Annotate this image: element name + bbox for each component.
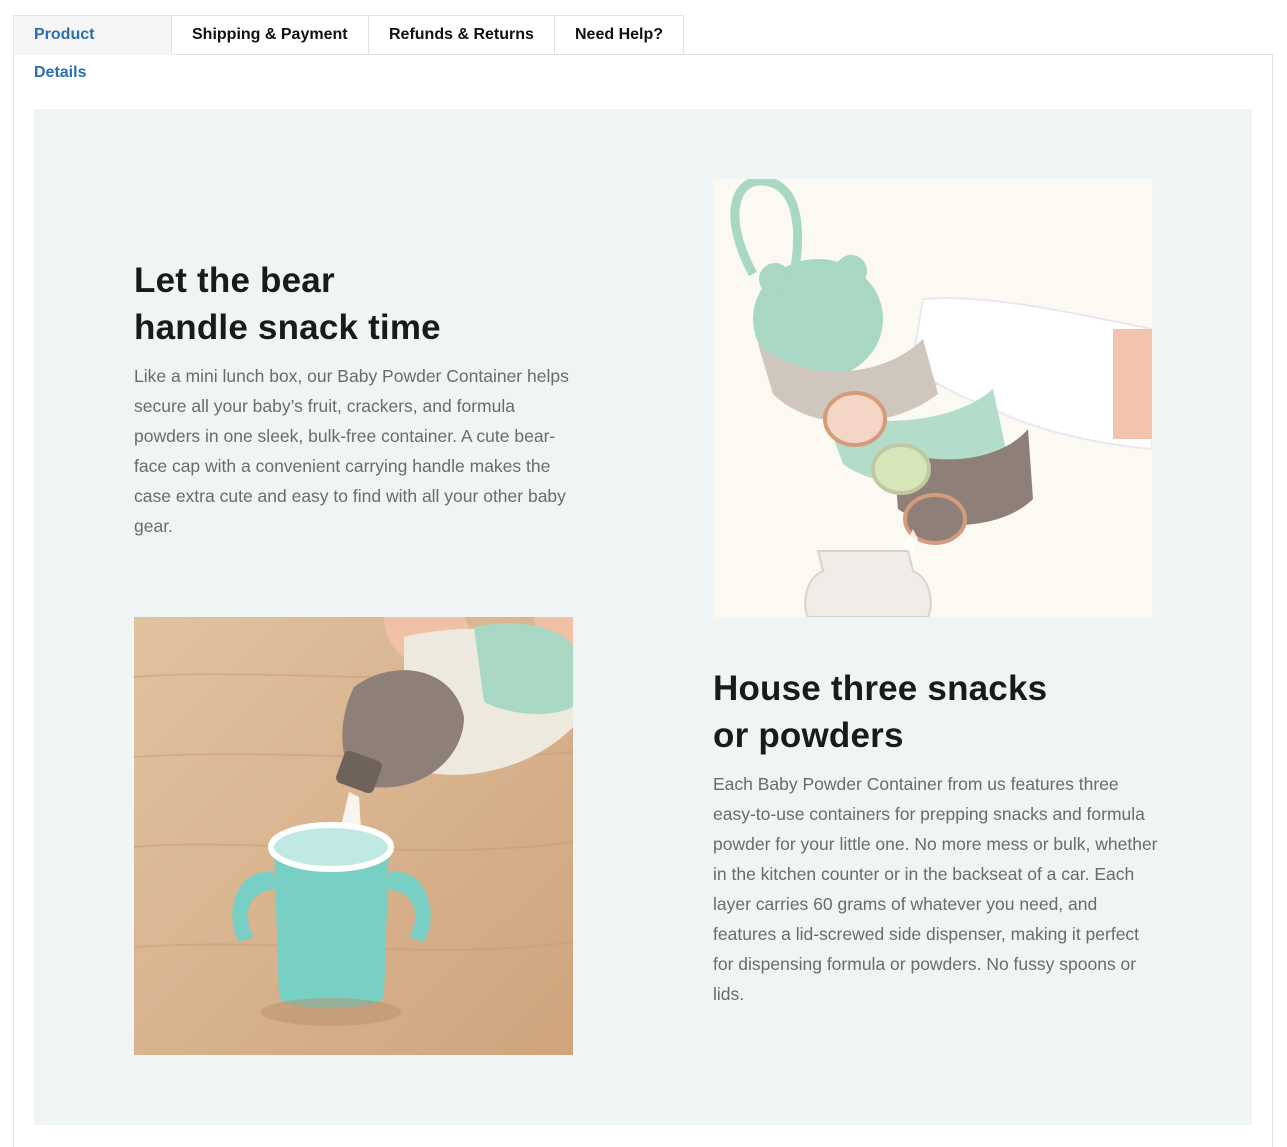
- heading-line: or powders: [713, 716, 904, 755]
- section-description: Like a mini lunch box, our Baby Powder C…: [134, 366, 569, 536]
- product-illustration: [713, 179, 1152, 617]
- tab-need-help[interactable]: Need Help?: [555, 15, 684, 55]
- feature-section-three-snacks: House three snacks or powders Each Baby …: [713, 665, 1163, 1009]
- heading-line: handle snack time: [134, 308, 441, 347]
- product-photo-gloved-hand-dispensing: [713, 179, 1152, 617]
- feature-section-bear: Let the bear handle snack time Like a mi…: [134, 257, 574, 541]
- tab-refunds-returns[interactable]: Refunds & Returns: [369, 15, 555, 55]
- section-description: Each Baby Powder Container from us featu…: [713, 774, 1158, 1004]
- product-illustration: [134, 617, 573, 1055]
- product-photo-pouring-into-cup: [134, 617, 573, 1055]
- heading-line: House three snacks: [713, 669, 1048, 708]
- section-heading: Let the bear handle snack time: [134, 257, 574, 351]
- section-heading: House three snacks or powders: [713, 665, 1163, 759]
- tab-product-details[interactable]: Product Details: [13, 15, 172, 81]
- tab-shipping-payment[interactable]: Shipping & Payment: [172, 15, 369, 55]
- heading-line: Let the bear: [134, 261, 335, 300]
- product-tabs: Product Details Shipping & Payment Refun…: [13, 15, 684, 81]
